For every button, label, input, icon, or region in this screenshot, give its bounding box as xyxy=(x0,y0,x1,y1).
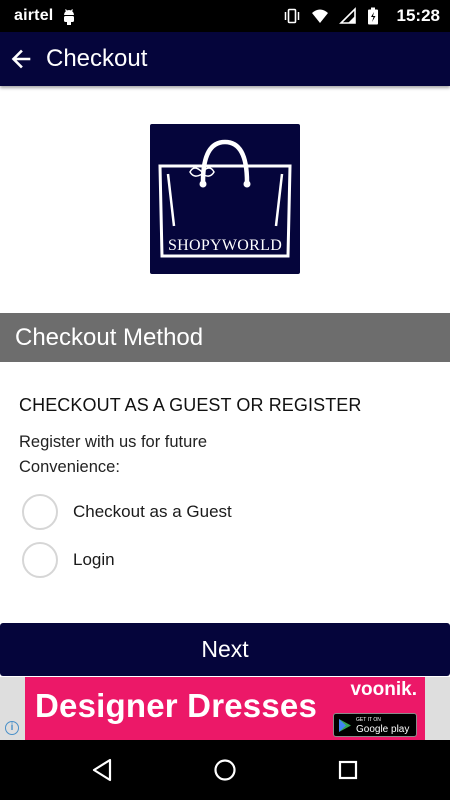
wifi-icon xyxy=(311,7,329,25)
ad-info-icon[interactable]: i xyxy=(5,721,19,735)
ad-brand: voonik. xyxy=(350,679,417,700)
battery-icon xyxy=(367,7,385,25)
section-header: Checkout Method xyxy=(0,313,450,362)
status-bar: airtel 15:28 xyxy=(0,0,450,32)
option-guest[interactable]: Checkout as a Guest xyxy=(22,494,232,530)
ad-area: i Designer Dresses voonik. GET IT ON Goo… xyxy=(0,677,450,740)
play-store-small: GET IT ON xyxy=(356,717,381,723)
shop-logo: SHOPYWORLD xyxy=(150,124,300,274)
vibrate-icon xyxy=(283,7,301,25)
next-button[interactable]: Next xyxy=(0,623,450,676)
login-label[interactable]: Login xyxy=(73,550,115,570)
page-title: Checkout xyxy=(46,45,148,72)
carrier-name: airtel xyxy=(14,7,54,24)
play-store-text: GET IT ON Google play xyxy=(356,716,410,735)
section-title: Checkout Method xyxy=(15,323,204,351)
app-bar: Checkout xyxy=(0,32,450,86)
google-play-badge[interactable]: GET IT ON Google play xyxy=(333,713,417,737)
arrow-left-icon[interactable] xyxy=(8,46,34,72)
register-hint: Register with us for future Convenience: xyxy=(19,433,207,476)
login-radio[interactable] xyxy=(22,542,58,578)
option-login[interactable]: Login xyxy=(22,542,115,578)
play-store-big: Google play xyxy=(356,724,410,735)
navigation-bar xyxy=(0,740,450,800)
logo-text: SHOPYWORLD xyxy=(167,237,283,254)
ad-banner[interactable]: Designer Dresses voonik. GET IT ON Googl… xyxy=(25,677,425,740)
home-circle-icon[interactable] xyxy=(211,756,239,784)
guest-label[interactable]: Checkout as a Guest xyxy=(73,502,232,522)
ad-title: Designer Dresses xyxy=(35,687,318,724)
play-store-icon xyxy=(338,718,352,733)
signal-icon xyxy=(338,7,357,25)
checkout-heading: CHECKOUT AS A GUEST OR REGISTER xyxy=(19,395,362,415)
android-icon xyxy=(61,7,77,25)
guest-radio[interactable] xyxy=(22,494,58,530)
clock: 15:28 xyxy=(396,6,440,25)
back-triangle-icon[interactable] xyxy=(88,756,116,784)
recents-square-icon[interactable] xyxy=(334,756,362,784)
